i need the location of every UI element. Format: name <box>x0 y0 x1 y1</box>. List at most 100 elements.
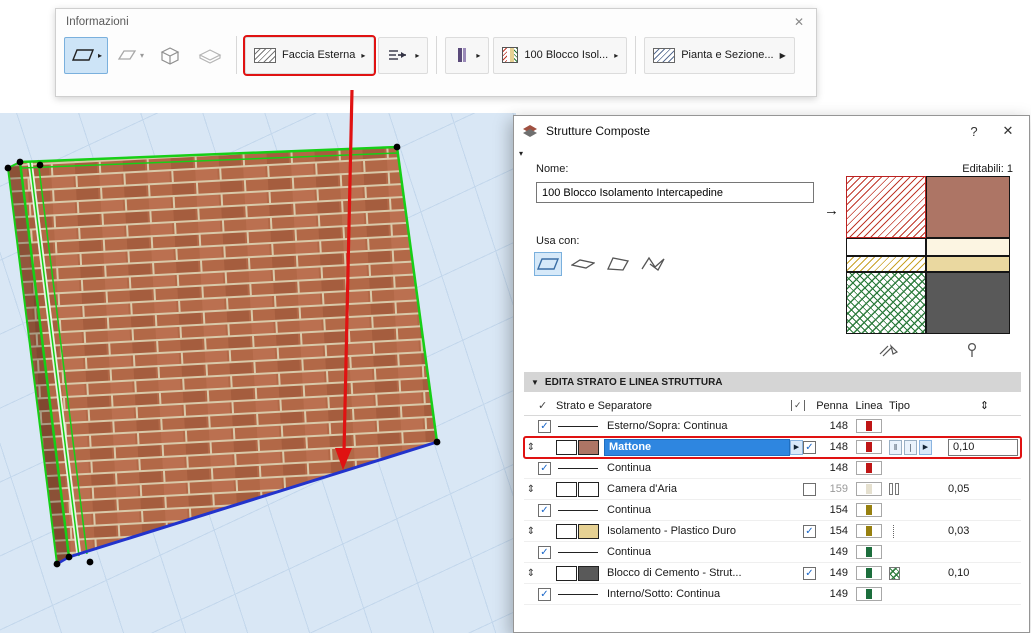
skin-hatch-swatch[interactable] <box>556 482 577 497</box>
preview-arrow-icon: → <box>824 202 839 219</box>
slab-box-tool-button[interactable] <box>192 37 228 74</box>
pen-color-swatch[interactable] <box>856 419 882 433</box>
chevron-right-icon[interactable]: ▸ <box>361 51 365 60</box>
3d-viewport[interactable] <box>0 113 516 633</box>
pen-color-swatch[interactable] <box>856 587 882 601</box>
brick-wall-3d[interactable] <box>0 113 516 633</box>
row-drag-handle[interactable]: ⇕ <box>524 442 538 453</box>
pen-number[interactable]: 148 <box>823 420 851 432</box>
thickness-value[interactable]: 0,03 <box>943 525 1021 537</box>
table-row[interactable]: ⇕ Camera d'Aria 159 0,05 <box>524 479 1021 500</box>
wall-tool-button[interactable]: ▸ <box>64 37 108 74</box>
use-with-shell-button[interactable] <box>639 252 667 276</box>
table-row[interactable]: ✓ Esterno/Sopra: Continua 148 <box>524 416 1021 437</box>
skin-name[interactable]: Camera d'Aria <box>602 483 803 495</box>
row-checkbox[interactable]: ✓ <box>538 462 551 475</box>
box-tool-button[interactable] <box>152 37 188 74</box>
table-row[interactable]: ✓ Continua 149 <box>524 542 1021 563</box>
skin-fill-swatch[interactable] <box>578 482 599 497</box>
pen-number[interactable]: 149 <box>823 588 851 600</box>
chevron-right-icon[interactable]: ▶ <box>919 440 932 455</box>
skin-name[interactable]: Isolamento - Plastico Duro <box>602 525 803 537</box>
pen-checkbox[interactable]: ✓ <box>803 567 816 580</box>
pen-number[interactable]: 148 <box>823 441 851 453</box>
chevron-right-icon[interactable]: ▸ <box>415 51 419 60</box>
chevron-right-icon[interactable]: ▸ <box>614 51 618 60</box>
row-drag-handle[interactable]: ⇕ <box>524 526 538 537</box>
display-option-button[interactable]: Pianta e Sezione... ▶ <box>644 37 795 74</box>
skin-hatch-swatch[interactable] <box>556 566 577 581</box>
pen-number[interactable]: 154 <box>823 525 851 537</box>
skin-fill-swatch[interactable] <box>578 524 599 539</box>
chevron-right-icon[interactable]: ▸ <box>476 51 480 60</box>
faccia-esterna-button[interactable]: Faccia Esterna ▸ <box>245 37 374 74</box>
pen-number[interactable]: 149 <box>823 546 851 558</box>
row-checkbox[interactable]: ✓ <box>538 546 551 559</box>
skin-hatch-swatch[interactable] <box>556 524 577 539</box>
pen-number[interactable]: 154 <box>823 504 851 516</box>
pen-checkbox[interactable]: ✓ <box>803 441 816 454</box>
pen-number[interactable]: 159 <box>823 483 851 495</box>
pen-color-swatch[interactable] <box>856 482 882 496</box>
chevron-right-icon[interactable]: ▶ <box>790 440 803 455</box>
skin-name-field[interactable]: Mattone <box>604 439 790 456</box>
row-drag-handle[interactable]: ⇕ <box>524 484 538 495</box>
composite-name-input[interactable] <box>536 182 814 203</box>
composite-select-button[interactable]: 100 Blocco Isol... ▸ <box>493 37 627 74</box>
chevron-down-icon[interactable]: ▾ <box>140 51 144 60</box>
skin-type-icon[interactable] <box>889 567 900 580</box>
pen-color-swatch[interactable] <box>856 524 882 538</box>
pen-number[interactable]: 149 <box>823 567 851 579</box>
chevron-right-icon[interactable]: ▸ <box>98 51 102 60</box>
table-row[interactable]: ✓ Interno/Sotto: Continua 149 <box>524 584 1021 605</box>
pen-color-swatch[interactable] <box>856 545 882 559</box>
help-icon[interactable]: ? <box>961 124 987 139</box>
section-collapse-icon[interactable]: ▼ <box>531 378 539 387</box>
close-icon[interactable]: ✕ <box>995 123 1021 139</box>
row-checkbox[interactable]: ✓ <box>538 588 551 601</box>
chevron-right-icon[interactable]: ▶ <box>780 51 786 60</box>
skin-type-icon[interactable] <box>893 525 894 538</box>
edit-skin-section-header[interactable]: ▼ EDITA STRATO E LINEA STRUTTURA <box>524 372 1021 392</box>
use-with-wall-button[interactable] <box>534 252 562 276</box>
preview-brick-fill <box>926 176 1010 238</box>
row-checkbox[interactable]: ✓ <box>538 420 551 433</box>
table-row[interactable]: ⇕ Isolamento - Plastico Duro ✓ 154 0,03 <box>524 521 1021 542</box>
skin-fill-swatch[interactable] <box>578 566 599 581</box>
close-icon[interactable]: ✕ <box>792 15 806 29</box>
composite-preview <box>846 176 1012 336</box>
thickness-value[interactable]: 0,10 <box>943 567 1021 579</box>
skin-type-icon[interactable]: ∣ <box>904 440 917 455</box>
skin-type-icon[interactable] <box>895 483 899 495</box>
dialog-titlebar[interactable]: Strutture Composte ? ✕ <box>514 116 1029 146</box>
pen-color-swatch[interactable] <box>856 503 882 517</box>
pen-checkbox[interactable]: ✓ <box>803 525 816 538</box>
cut-fill-pens-icon[interactable] <box>879 342 899 361</box>
skin-name[interactable]: Blocco di Cemento - Strut... <box>602 567 803 579</box>
pen-color-swatch[interactable] <box>856 566 882 580</box>
row-drag-handle[interactable]: ⇕ <box>524 568 538 579</box>
wall-structure-button[interactable]: ▸ <box>445 37 489 74</box>
collapse-arrow-icon[interactable]: ▾ <box>519 149 523 158</box>
skin-fill-swatch[interactable] <box>578 440 599 455</box>
thickness-value[interactable]: 0,05 <box>943 483 1021 495</box>
table-row-selected[interactable]: ⇕ Mattone ▶ ✓ 148 ‖ ∣ ▶ 0,10 <box>524 437 1021 458</box>
pen-color-swatch[interactable] <box>856 461 882 475</box>
skin-hatch-swatch[interactable] <box>556 440 577 455</box>
skin-type-icon[interactable] <box>889 483 893 495</box>
use-with-slab-button[interactable] <box>569 252 597 276</box>
row-checkbox[interactable]: ✓ <box>538 504 551 517</box>
pen-checkbox[interactable] <box>803 483 816 496</box>
table-row[interactable]: ✓ Continua 148 <box>524 458 1021 479</box>
pen-number[interactable]: 148 <box>823 462 851 474</box>
inject-parameters-button[interactable]: ▸ <box>378 37 428 74</box>
surface-pin-icon[interactable] <box>965 342 979 361</box>
pen-color-swatch[interactable] <box>856 440 882 454</box>
thickness-field[interactable]: 0,10 <box>948 439 1018 456</box>
marquee-tool-button[interactable]: ▾ <box>112 37 148 74</box>
skin-type-icon[interactable]: ‖ <box>889 440 902 455</box>
table-row[interactable]: ⇕ Blocco di Cemento - Strut... ✓ 149 0,1… <box>524 563 1021 584</box>
table-row[interactable]: ✓ Continua 154 <box>524 500 1021 521</box>
separator-name: Continua <box>602 504 803 516</box>
use-with-roof-button[interactable] <box>604 252 632 276</box>
